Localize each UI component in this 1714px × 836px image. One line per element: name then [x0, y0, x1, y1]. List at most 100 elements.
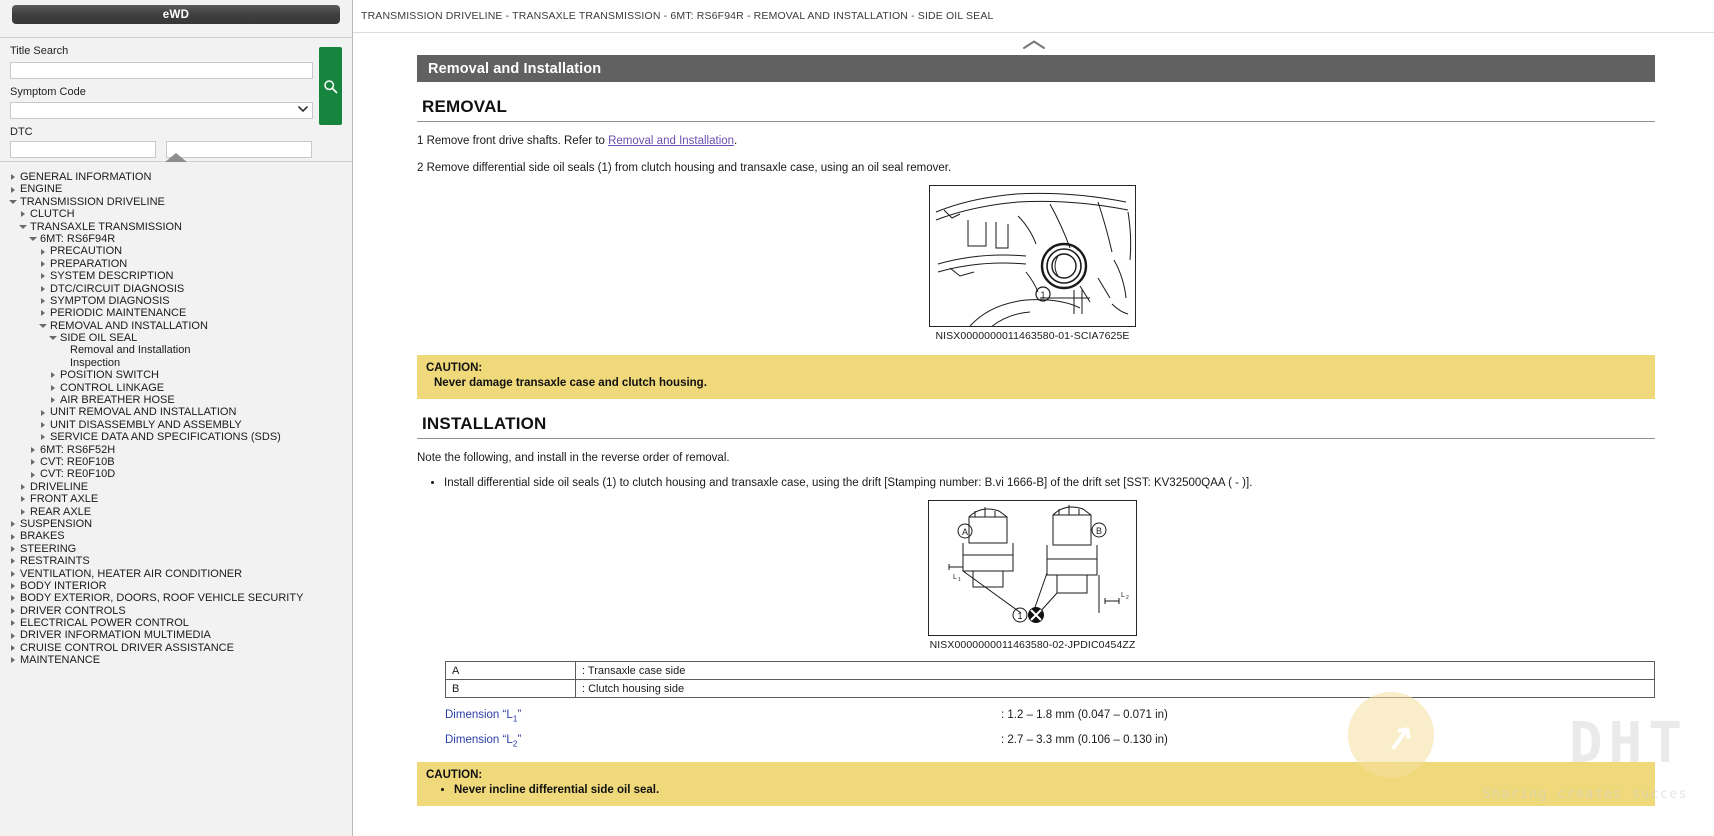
search-button[interactable]: [319, 47, 342, 125]
navigation-tree[interactable]: GENERAL INFORMATION ENGINE TRANSMISSION DR…: [0, 162, 352, 836]
tree-item[interactable]: DRIVELINE: [0, 481, 352, 493]
dimension-link[interactable]: Dimension “L1”: [445, 709, 1001, 723]
chevron-right-icon[interactable]: [6, 620, 19, 627]
search-icon: [324, 79, 338, 93]
tree-item[interactable]: ELECTRICAL POWER CONTROL: [0, 617, 352, 629]
chevron-right-icon[interactable]: [26, 459, 39, 466]
tree-item[interactable]: CLUTCH: [0, 208, 352, 220]
chevron-right-icon[interactable]: [6, 533, 19, 540]
svg-text:A: A: [962, 527, 968, 537]
chevron-right-icon[interactable]: [6, 570, 19, 577]
tree-item[interactable]: BODY EXTERIOR, DOORS, ROOF VEHICLE SECUR…: [0, 592, 352, 604]
tree-item[interactable]: SYSTEM DESCRIPTION: [0, 270, 352, 282]
chevron-right-icon[interactable]: [36, 434, 49, 441]
tree-item[interactable]: VENTILATION, HEATER AIR CONDITIONER: [0, 568, 352, 580]
chevron-right-icon[interactable]: [6, 632, 19, 639]
chevron-down-icon[interactable]: [36, 323, 49, 328]
tree-item[interactable]: POSITION SWITCH: [0, 369, 352, 381]
tree-item[interactable]: UNIT DISASSEMBLY AND ASSEMBLY: [0, 419, 352, 431]
tree-item[interactable]: CRUISE CONTROL DRIVER ASSISTANCE: [0, 642, 352, 654]
chevron-right-icon[interactable]: [6, 645, 19, 652]
tree-item[interactable]: PRECAUTION: [0, 245, 352, 257]
tree-item[interactable]: 6MT: RS6F94R: [0, 233, 352, 245]
chevron-right-icon[interactable]: [46, 397, 59, 404]
installation-heading-rule: [417, 438, 1655, 439]
chevron-right-icon[interactable]: [6, 521, 19, 528]
tree-item[interactable]: TRANSMISSION DRIVELINE: [0, 196, 352, 208]
sidebar-collapse-toggle[interactable]: [0, 153, 352, 162]
chevron-down-icon[interactable]: [26, 237, 39, 242]
tree-item[interactable]: PREPARATION: [0, 258, 352, 270]
chevron-right-icon[interactable]: [6, 558, 19, 565]
chevron-right-icon[interactable]: [36, 285, 49, 292]
tree-item[interactable]: DTC/CIRCUIT DIAGNOSIS: [0, 283, 352, 295]
removal-and-installation-link[interactable]: Removal and Installation: [608, 135, 734, 147]
tree-item[interactable]: UNIT REMOVAL AND INSTALLATION: [0, 406, 352, 418]
tree-item[interactable]: REMOVAL AND INSTALLATION: [0, 320, 352, 332]
chevron-right-icon[interactable]: [16, 211, 29, 218]
chevron-down-icon[interactable]: [16, 224, 29, 229]
dimension-link[interactable]: Dimension “L2”: [445, 734, 1001, 748]
tree-item-label: ENGINE: [20, 183, 63, 196]
chevron-right-icon[interactable]: [6, 545, 19, 552]
symptom-code-select[interactable]: [10, 102, 313, 119]
installation-figure-wrap: A B L 1 L 2 1 NISX0000000011463580-02-JP…: [361, 500, 1704, 651]
tree-item-label: UNIT REMOVAL AND INSTALLATION: [50, 406, 237, 419]
tree-item[interactable]: TRANSAXLE TRANSMISSION: [0, 221, 352, 233]
tree-item[interactable]: DRIVER CONTROLS: [0, 605, 352, 617]
tree-item[interactable]: PERIODIC MAINTENANCE: [0, 307, 352, 319]
svg-text:2: 2: [1126, 595, 1129, 601]
chevron-right-icon[interactable]: [36, 248, 49, 255]
chevron-right-icon[interactable]: [36, 260, 49, 267]
chevron-right-icon[interactable]: [36, 273, 49, 280]
tree-item[interactable]: AIR BREATHER HOSE: [0, 394, 352, 406]
chevron-right-icon[interactable]: [36, 409, 49, 416]
ewd-title-bar[interactable]: eWD: [12, 5, 340, 24]
chevron-right-icon[interactable]: [16, 496, 29, 503]
tree-item[interactable]: SUSPENSION: [0, 518, 352, 530]
content-collapse-toggle[interactable]: [353, 33, 1714, 55]
tree-item[interactable]: REAR AXLE: [0, 506, 352, 518]
tree-item[interactable]: MAINTENANCE: [0, 654, 352, 666]
chevron-right-icon[interactable]: [46, 384, 59, 391]
tree-item-label: CVT: RE0F10D: [40, 468, 116, 481]
tree-item[interactable]: BODY INTERIOR: [0, 580, 352, 592]
chevron-down-icon[interactable]: [6, 199, 19, 204]
tree-item[interactable]: CVT: RE0F10B: [0, 456, 352, 468]
tree-item[interactable]: BRAKES: [0, 530, 352, 542]
tree-item[interactable]: GENERAL INFORMATION: [0, 171, 352, 183]
tree-item[interactable]: Removal and Installation: [0, 344, 352, 356]
tree-item[interactable]: SIDE OIL SEAL: [0, 332, 352, 344]
chevron-right-icon[interactable]: [6, 186, 19, 193]
tree-item[interactable]: CONTROL LINKAGE: [0, 382, 352, 394]
chevron-right-icon[interactable]: [46, 372, 59, 379]
chevron-right-icon[interactable]: [6, 583, 19, 590]
tree-item[interactable]: CVT: RE0F10D: [0, 468, 352, 480]
tree-item[interactable]: SYMPTOM DIAGNOSIS: [0, 295, 352, 307]
chevron-right-icon[interactable]: [36, 422, 49, 428]
chevron-right-icon[interactable]: [26, 446, 39, 453]
tree-item[interactable]: Inspection: [0, 357, 352, 369]
tree-item[interactable]: SERVICE DATA AND SPECIFICATIONS (SDS): [0, 431, 352, 443]
chevron-right-icon[interactable]: [36, 310, 49, 317]
tree-item[interactable]: DRIVER INFORMATION MULTIMEDIA: [0, 629, 352, 641]
tree-item-label: PREPARATION: [50, 257, 128, 270]
chevron-down-icon[interactable]: [46, 336, 59, 341]
chevron-right-icon[interactable]: [26, 471, 39, 478]
tree-item[interactable]: 6MT: RS6F52H: [0, 444, 352, 456]
tree-item-label: AIR BREATHER HOSE: [60, 394, 175, 407]
title-search-input[interactable]: [10, 61, 313, 79]
chevron-right-icon[interactable]: [6, 174, 19, 181]
chevron-right-icon[interactable]: [6, 595, 19, 602]
tree-item[interactable]: ENGINE: [0, 183, 352, 195]
chevron-right-icon[interactable]: [6, 657, 19, 664]
chevron-right-icon[interactable]: [6, 607, 19, 614]
tree-item[interactable]: STEERING: [0, 543, 352, 555]
chevron-right-icon[interactable]: [16, 483, 29, 490]
tree-item[interactable]: RESTRAINTS: [0, 555, 352, 567]
breadcrumb: TRANSMISSION DRIVELINE - TRANSAXLE TRANS…: [353, 0, 1714, 33]
caution-box-2: CAUTION: Never incline differential side…: [417, 761, 1655, 806]
chevron-right-icon[interactable]: [16, 508, 29, 515]
tree-item[interactable]: FRONT AXLE: [0, 493, 352, 505]
chevron-right-icon[interactable]: [36, 298, 49, 305]
